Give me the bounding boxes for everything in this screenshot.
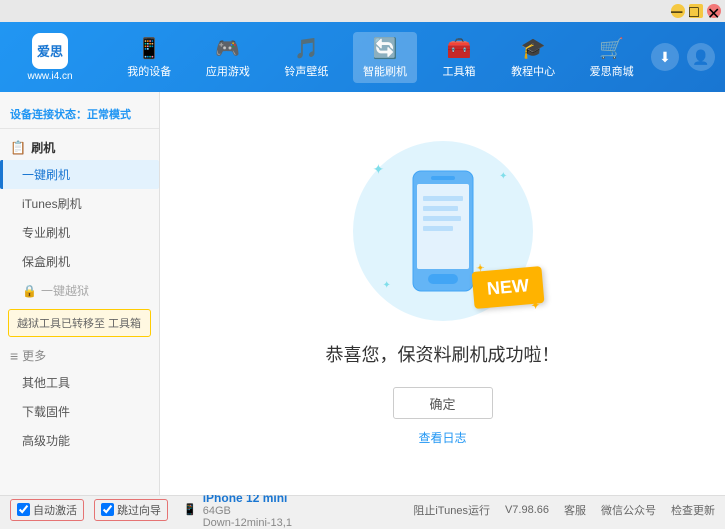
- stop-itunes-label[interactable]: 阻止iTunes运行: [413, 502, 490, 518]
- nav-toolbox[interactable]: 🧰 工具箱: [432, 32, 487, 83]
- toolbox-icon: 🧰: [447, 36, 472, 61]
- download-btn[interactable]: ⬇: [651, 43, 679, 71]
- sparkle-top-right: ✦: [499, 171, 507, 182]
- flash-section-icon: 📋: [10, 140, 26, 156]
- apps-games-icon: 🎮: [215, 36, 240, 61]
- sidebar-item-itunes-flash[interactable]: iTunes刷机: [0, 189, 159, 218]
- download-firmware-label: 下载固件: [22, 405, 70, 419]
- my-device-icon: 📱: [137, 36, 162, 61]
- check-update-link[interactable]: 检查更新: [671, 502, 715, 518]
- pro-flash-label: 专业刷机: [22, 226, 70, 240]
- maximize-btn[interactable]: □: [689, 4, 703, 18]
- close-btn[interactable]: ✕: [707, 4, 721, 18]
- jailbreak-label: 一键越狱: [41, 282, 89, 299]
- skip-guide-checkbox[interactable]: 跳过向导: [94, 499, 168, 521]
- bottom-right: 阻止iTunes运行 V7.98.66 客服 微信公众号 检查更新: [413, 502, 715, 518]
- nav-tutorials[interactable]: 🎓 教程中心: [501, 32, 565, 83]
- main-area: 设备连接状态：正常模式 📋 刷机 一键刷机 iTunes刷机 专业刷机 保盒刷机…: [0, 92, 725, 495]
- nav-smart-flash[interactable]: 🔄 智能刷机: [353, 32, 417, 83]
- skip-guide-label: 跳过向导: [117, 502, 161, 518]
- lock-icon: 🔒: [22, 284, 37, 298]
- sparkle-top-left: ✦: [373, 161, 385, 178]
- nav-apps-games-label: 应用游戏: [206, 63, 250, 79]
- sidebar-item-advanced[interactable]: 高级功能: [0, 426, 159, 455]
- advanced-label: 高级功能: [22, 434, 70, 448]
- skip-guide-input[interactable]: [101, 503, 114, 516]
- auto-connect-label: 自动激活: [33, 502, 77, 518]
- sidebar-item-download-firmware[interactable]: 下载固件: [0, 397, 159, 426]
- shop-icon: 🛒: [599, 36, 624, 61]
- confirm-button-label: 确定: [429, 394, 455, 413]
- bottom-bar: 自动激活 跳过向导 📱 iPhone 12 mini 64GB Down-12m…: [0, 495, 725, 523]
- header-actions: ⬇ 👤: [651, 43, 715, 71]
- illustration: ✦ ✦ ✦: [353, 141, 533, 321]
- sparkle-bottom-left: ✦: [383, 280, 391, 291]
- itunes-flash-label: iTunes刷机: [22, 197, 82, 211]
- sidebar-item-jailbreak: 🔒 一键越狱: [0, 276, 159, 305]
- status-value: 正常模式: [87, 109, 131, 121]
- nav-ringtones[interactable]: 🎵 铃声壁纸: [274, 32, 338, 83]
- notice-text: 越狱工具已转移至 工具箱: [17, 318, 141, 330]
- nav-items: 📱 我的设备 🎮 应用游戏 🎵 铃声壁纸 🔄 智能刷机 🧰 工具箱 🎓 教程中心…: [110, 32, 651, 83]
- version-label: V7.98.66: [505, 504, 549, 516]
- nav-my-device-label: 我的设备: [127, 63, 171, 79]
- sidebar-item-one-click-flash[interactable]: 一键刷机: [0, 160, 159, 189]
- connection-status: 设备连接状态：正常模式: [0, 100, 159, 129]
- nav-my-device[interactable]: 📱 我的设备: [117, 32, 181, 83]
- device-phone-icon: 📱: [183, 503, 197, 516]
- one-click-flash-label: 一键刷机: [22, 168, 70, 182]
- tutorials-icon: 🎓: [521, 36, 546, 61]
- minimize-btn[interactable]: ─: [671, 4, 685, 18]
- header: 爱思 www.i4.cn 📱 我的设备 🎮 应用游戏 🎵 铃声壁纸 🔄 智能刷机…: [0, 22, 725, 92]
- nav-shop[interactable]: 🛒 爱思商城: [580, 32, 644, 83]
- logo-subtitle: www.i4.cn: [27, 71, 72, 82]
- more-section-label: 更多: [22, 347, 46, 364]
- other-tools-label: 其他工具: [22, 376, 70, 390]
- auto-connect-checkbox[interactable]: 自动激活: [10, 499, 84, 521]
- support-link[interactable]: 客服: [564, 502, 586, 518]
- new-badge: NEW: [471, 266, 544, 309]
- logo-icon: 爱思: [32, 33, 68, 69]
- nav-smart-flash-label: 智能刷机: [363, 63, 407, 79]
- sidebar: 设备连接状态：正常模式 📋 刷机 一键刷机 iTunes刷机 专业刷机 保盒刷机…: [0, 92, 160, 495]
- nav-shop-label: 爱思商城: [590, 63, 634, 79]
- nav-ringtones-label: 铃声壁纸: [284, 63, 328, 79]
- device-capacity: 64GB: [203, 505, 292, 517]
- sidebar-item-pro-flash[interactable]: 专业刷机: [0, 218, 159, 247]
- save-flash-label: 保盒刷机: [22, 255, 70, 269]
- account-btn[interactable]: 👤: [687, 43, 715, 71]
- flash-section-title: 📋 刷机: [0, 135, 159, 160]
- phone-illustration: [403, 166, 483, 296]
- flash-section-label: 刷机: [31, 139, 55, 156]
- new-badge-text: NEW: [486, 275, 530, 299]
- auto-connect-input[interactable]: [17, 503, 30, 516]
- sidebar-notice: 越狱工具已转移至 工具箱: [8, 309, 151, 337]
- logo-text: 爱思: [37, 41, 63, 60]
- wechat-link[interactable]: 微信公众号: [601, 502, 656, 518]
- more-section-title: 更多: [0, 341, 159, 368]
- success-message: 恭喜您，保资料刷机成功啦！: [326, 341, 560, 367]
- smart-flash-icon: 🔄: [373, 36, 398, 61]
- nav-tutorials-label: 教程中心: [511, 63, 555, 79]
- logo-area: 爱思 www.i4.cn: [10, 33, 90, 82]
- view-log-link[interactable]: 查看日志: [418, 429, 466, 446]
- sidebar-item-save-flash[interactable]: 保盒刷机: [0, 247, 159, 276]
- content-area: ✦ ✦ ✦: [160, 92, 725, 495]
- ringtones-icon: 🎵: [294, 36, 319, 61]
- phone-circle: ✦ ✦ ✦: [353, 141, 533, 321]
- status-label: 设备连接状态：: [10, 109, 87, 121]
- nav-apps-games[interactable]: 🎮 应用游戏: [196, 32, 260, 83]
- confirm-button[interactable]: 确定: [393, 387, 493, 419]
- nav-toolbox-label: 工具箱: [443, 63, 476, 79]
- sidebar-item-other-tools[interactable]: 其他工具: [0, 368, 159, 397]
- title-bar: ─ □ ✕: [0, 0, 725, 22]
